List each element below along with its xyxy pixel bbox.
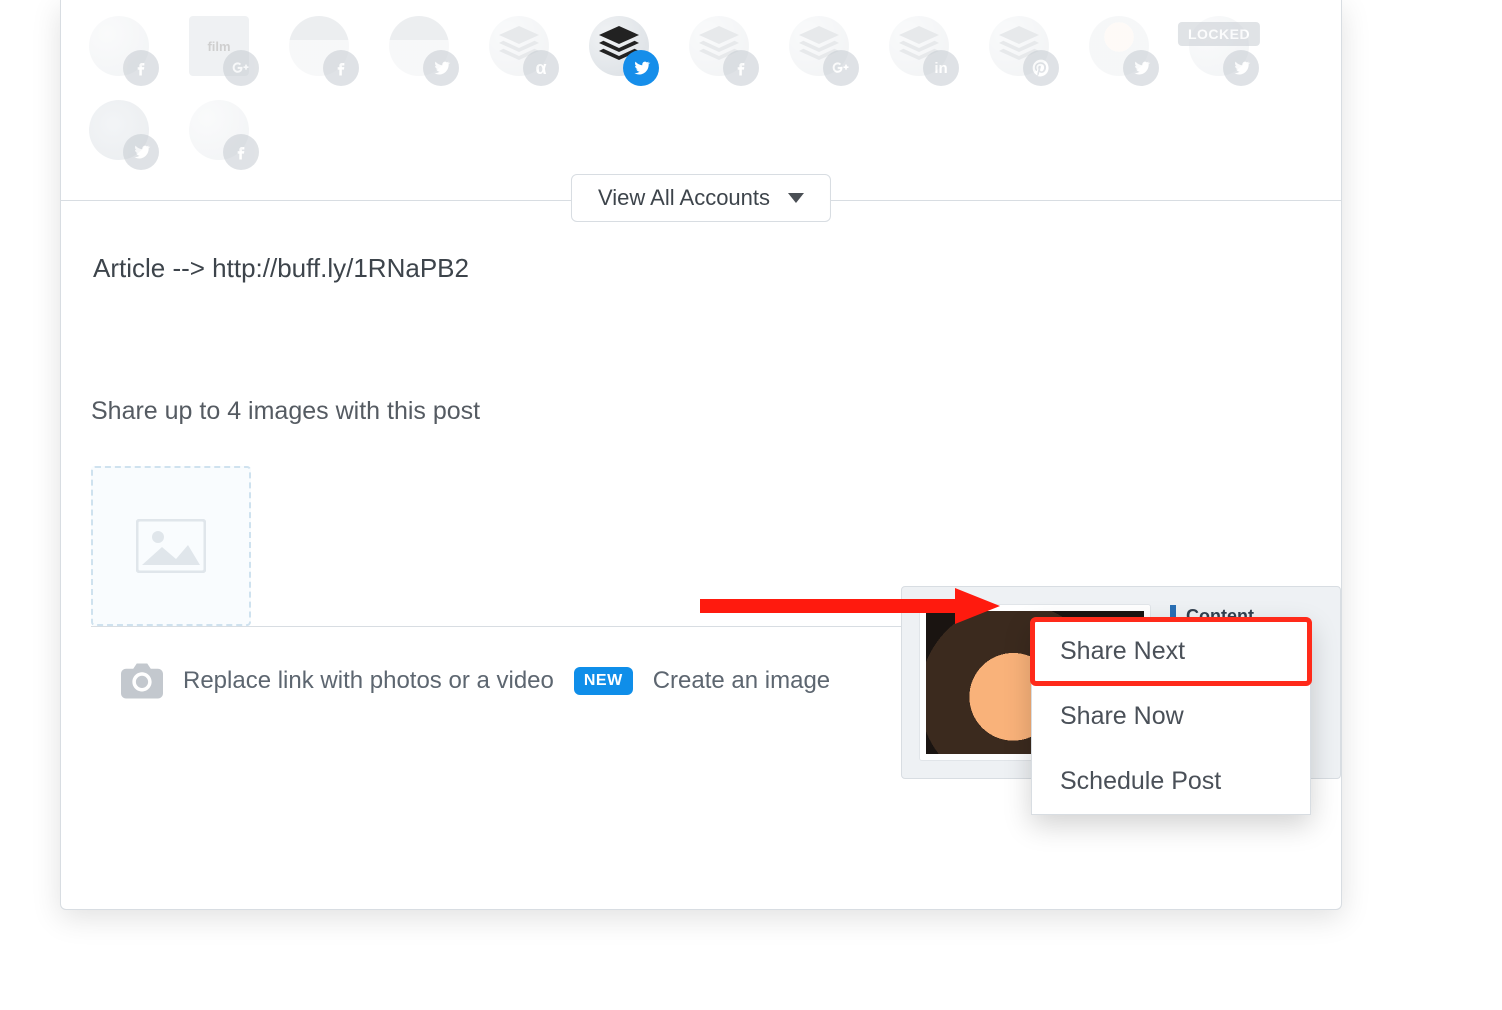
account-item-selected[interactable]	[589, 16, 649, 76]
account-item[interactable]	[989, 16, 1049, 76]
facebook-icon	[223, 134, 259, 170]
twitter-icon	[623, 50, 659, 86]
account-item[interactable]: film	[189, 16, 249, 76]
image-upload-hint: Share up to 4 images with this post	[91, 397, 1311, 426]
facebook-icon	[323, 50, 359, 86]
account-item[interactable]: in	[889, 16, 949, 76]
twitter-icon	[123, 134, 159, 170]
account-item[interactable]	[789, 16, 849, 76]
buffer-compose-modal: film	[60, 0, 1342, 910]
twitter-icon	[1123, 50, 1159, 86]
twitter-icon	[1223, 50, 1259, 86]
account-item[interactable]	[689, 16, 749, 76]
compose-area: Share up to 4 images with this post Cont…	[61, 201, 1341, 909]
share-options-menu: Share Next Share Now Schedule Post	[1031, 618, 1311, 815]
image-placeholder-icon	[136, 519, 206, 573]
account-item[interactable]	[289, 16, 349, 76]
googleplus-icon	[223, 50, 259, 86]
account-item[interactable]	[389, 16, 449, 76]
share-now-option[interactable]: Share Now	[1032, 684, 1310, 749]
linkedin-icon: in	[923, 50, 959, 86]
twitter-icon	[423, 50, 459, 86]
schedule-post-option[interactable]: Schedule Post	[1032, 749, 1310, 814]
new-badge: NEW	[574, 667, 633, 695]
camera-icon	[121, 663, 163, 699]
pinterest-icon	[1023, 50, 1059, 86]
account-item[interactable]	[1089, 16, 1149, 76]
account-item[interactable]	[89, 100, 149, 160]
googleplus-icon	[823, 50, 859, 86]
image-upload-slot[interactable]	[91, 466, 251, 626]
replace-link-label[interactable]: Replace link with photos or a video	[183, 667, 554, 695]
locked-badge: LOCKED	[1178, 22, 1260, 46]
create-image-label[interactable]: Create an image	[653, 667, 830, 695]
account-item-locked[interactable]: LOCKED	[1189, 16, 1249, 76]
share-next-option[interactable]: Share Next	[1032, 619, 1310, 684]
appnet-icon: α	[523, 50, 559, 86]
accounts-section: film	[61, 0, 1341, 201]
facebook-icon	[723, 50, 759, 86]
account-item[interactable]	[189, 100, 249, 160]
compose-textarea[interactable]	[91, 249, 1311, 389]
accounts-row: film	[89, 16, 1313, 200]
account-item[interactable]: α	[489, 16, 549, 76]
facebook-icon	[123, 50, 159, 86]
account-item[interactable]	[89, 16, 149, 76]
